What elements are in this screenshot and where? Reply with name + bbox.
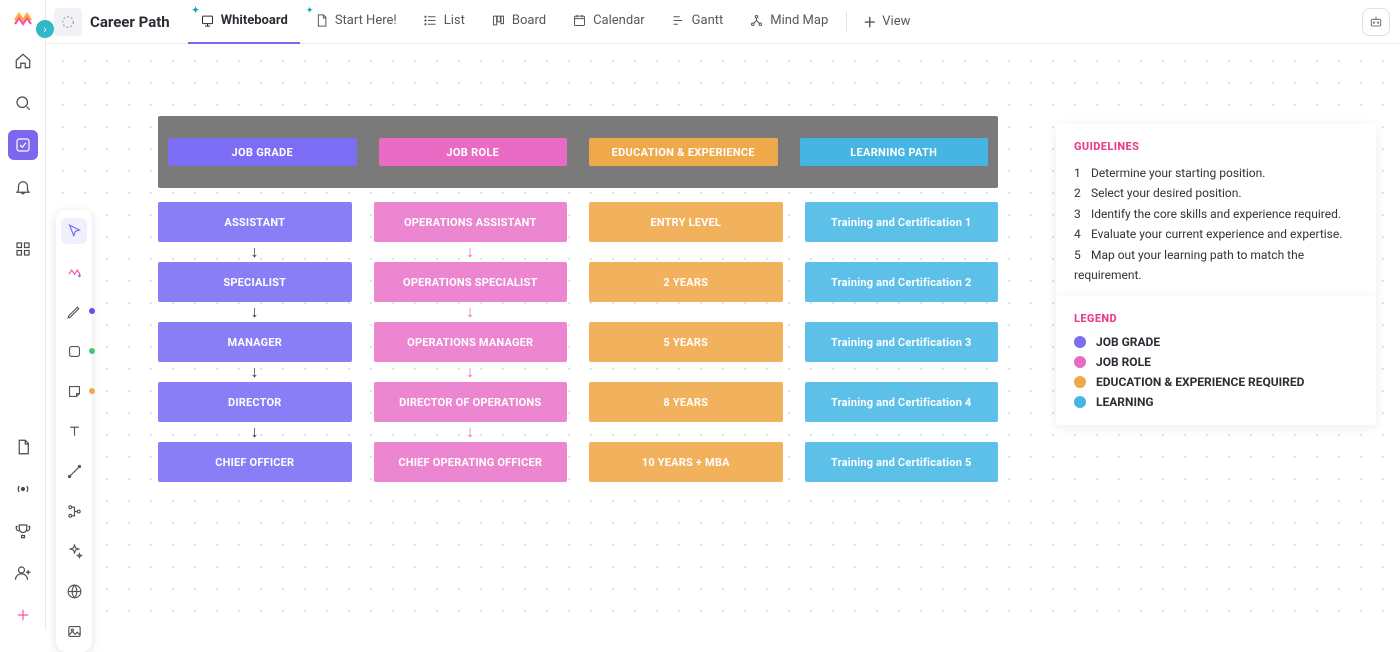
tab-list[interactable]: List [411, 0, 477, 44]
web-tool-icon[interactable] [61, 578, 87, 604]
sticky-tool-icon[interactable] [61, 378, 87, 404]
tab-start-here-[interactable]: ✦Start Here! [302, 0, 409, 44]
edu-cell[interactable]: ENTRY LEVEL [589, 202, 783, 242]
career-row: SPECIALIST↓ OPERATIONS SPECIALIST↓ 2 YEARS… [158, 262, 998, 302]
org-tool-icon[interactable] [61, 498, 87, 524]
view-tabs: ✦Whiteboard✦Start Here!ListBoardCalendar… [188, 0, 841, 44]
legend-item: JOB GRADE [1074, 335, 1358, 349]
left-sidebar [0, 0, 46, 630]
page-title: Career Path [90, 13, 170, 31]
app-logo-icon[interactable] [9, 6, 37, 34]
separator [846, 12, 847, 32]
notification-icon[interactable] [8, 172, 38, 202]
role-cell[interactable]: CHIEF OPERATING OFFICER [374, 442, 568, 482]
learn-cell[interactable]: Training and Certification 2 [805, 262, 999, 302]
tab-gantt[interactable]: Gantt [659, 0, 736, 44]
guideline-item: 2 Select your desired position. [1074, 183, 1358, 203]
apps-icon[interactable] [8, 234, 38, 264]
edu-cell[interactable]: 8 YEARS [589, 382, 783, 422]
career-row: CHIEF OFFICER CHIEF OPERATING OFFICER 10 Y… [158, 442, 998, 482]
invite-icon[interactable] [8, 558, 38, 588]
tab-mind-map[interactable]: Mind Map [737, 0, 840, 44]
whiteboard-canvas[interactable]: JOB GRADE JOB ROLE EDUCATION & EXPERIENCE L… [46, 44, 1400, 630]
cursor-tool-icon[interactable] [61, 218, 87, 244]
grade-cell[interactable]: DIRECTOR↓ [158, 382, 352, 422]
role-cell[interactable]: OPERATIONS MANAGER↓ [374, 322, 568, 362]
guidelines-list: 1 Determine your starting position.2 Sel… [1074, 163, 1358, 285]
shape-tool-icon[interactable] [61, 338, 87, 364]
legend-title: LEGEND [1074, 312, 1358, 325]
header-blue: LEARNING PATH [800, 138, 989, 166]
edu-cell[interactable]: 10 YEARS + MBA [589, 442, 783, 482]
tab-board[interactable]: Board [479, 0, 558, 44]
image-tool-icon[interactable] [61, 618, 87, 644]
connector-tool-icon[interactable] [61, 458, 87, 484]
search-icon[interactable] [8, 88, 38, 118]
page-icon[interactable] [54, 8, 82, 36]
grade-cell[interactable]: ASSISTANT↓ [158, 202, 352, 242]
guidelines-panel: GUIDELINES 1 Determine your starting pos… [1056, 124, 1376, 301]
learn-cell[interactable]: Training and Certification 4 [805, 382, 999, 422]
robot-icon[interactable] [1362, 8, 1390, 36]
header-pink: JOB ROLE [379, 138, 568, 166]
edu-cell[interactable]: 2 YEARS [589, 262, 783, 302]
ai-tool-icon[interactable] [61, 538, 87, 564]
home-icon[interactable] [8, 46, 38, 76]
plus-sparkle-icon[interactable] [8, 600, 38, 630]
column-headers: JOB GRADE JOB ROLE EDUCATION & EXPERIENCE L… [158, 116, 998, 188]
tasks-icon[interactable] [8, 130, 38, 160]
add-view-button[interactable]: ＋View [853, 12, 920, 31]
career-path-board: JOB GRADE JOB ROLE EDUCATION & EXPERIENCE L… [158, 116, 998, 482]
learn-cell[interactable]: Training and Certification 5 [805, 442, 999, 482]
grade-cell[interactable]: SPECIALIST↓ [158, 262, 352, 302]
role-cell[interactable]: OPERATIONS ASSISTANT↓ [374, 202, 568, 242]
header-purple: JOB GRADE [168, 138, 357, 166]
career-row: DIRECTOR↓ DIRECTOR OF OPERATIONS↓ 8 YEARS T… [158, 382, 998, 422]
tab-calendar[interactable]: Calendar [560, 0, 657, 44]
guideline-item: 1 Determine your starting position. [1074, 163, 1358, 183]
legend-item: LEARNING [1074, 395, 1358, 409]
grade-cell[interactable]: MANAGER↓ [158, 322, 352, 362]
tool-palette [56, 210, 92, 652]
learn-cell[interactable]: Training and Certification 1 [805, 202, 999, 242]
top-bar: Career Path ✦Whiteboard✦Start Here!ListB… [46, 0, 1400, 44]
career-row: MANAGER↓ OPERATIONS MANAGER↓ 5 YEARS Traini… [158, 322, 998, 362]
clickup-tool-icon[interactable] [61, 258, 87, 284]
legend-item: EDUCATION & EXPERIENCE REQUIRED [1074, 375, 1358, 389]
guideline-item: 5 Map out your learning path to match th… [1074, 245, 1358, 286]
role-cell[interactable]: OPERATIONS SPECIALIST↓ [374, 262, 568, 302]
role-cell[interactable]: DIRECTOR OF OPERATIONS↓ [374, 382, 568, 422]
tab-whiteboard[interactable]: ✦Whiteboard [188, 0, 300, 44]
legend-list: JOB GRADE JOB ROLE EDUCATION & EXPERIENCE … [1074, 335, 1358, 409]
career-rows: ASSISTANT↓ OPERATIONS ASSISTANT↓ ENTRY LEV… [158, 202, 998, 482]
text-tool-icon[interactable] [61, 418, 87, 444]
learn-cell[interactable]: Training and Certification 3 [805, 322, 999, 362]
pen-tool-icon[interactable] [61, 298, 87, 324]
guidelines-title: GUIDELINES [1074, 140, 1358, 153]
doc-icon[interactable] [8, 432, 38, 462]
guideline-item: 4 Evaluate your current experience and e… [1074, 224, 1358, 244]
header-orange: EDUCATION & EXPERIENCE [589, 138, 778, 166]
grade-cell[interactable]: CHIEF OFFICER [158, 442, 352, 482]
edu-cell[interactable]: 5 YEARS [589, 322, 783, 362]
career-row: ASSISTANT↓ OPERATIONS ASSISTANT↓ ENTRY LEV… [158, 202, 998, 242]
legend-item: JOB ROLE [1074, 355, 1358, 369]
legend-panel: LEGEND JOB GRADE JOB ROLE EDUCATION & EXPE… [1056, 296, 1376, 425]
broadcast-icon[interactable] [8, 474, 38, 504]
trophy-icon[interactable] [8, 516, 38, 546]
guideline-item: 3 Identify the core skills and experienc… [1074, 204, 1358, 224]
